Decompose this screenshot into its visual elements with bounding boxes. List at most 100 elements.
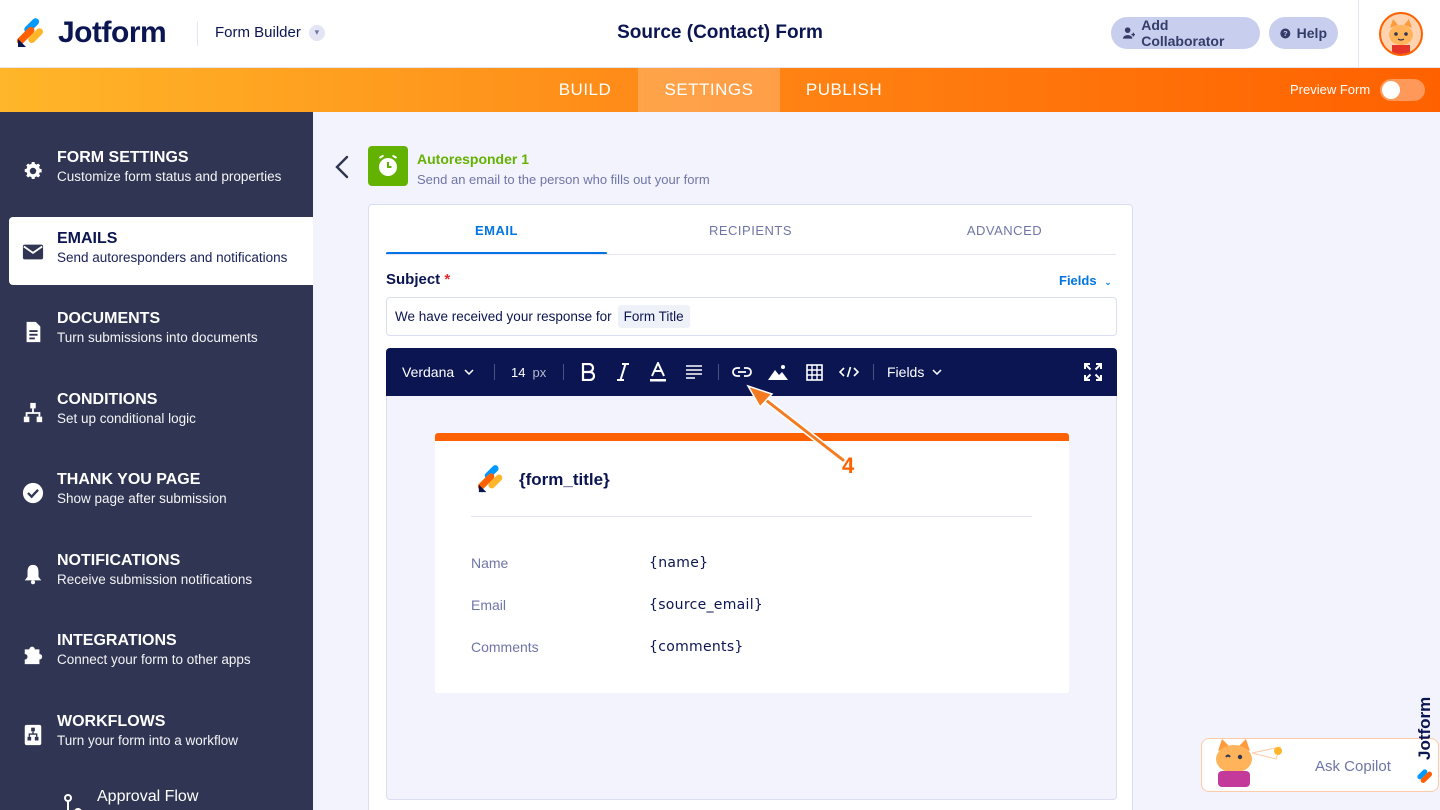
chevron-down-icon: ⌄: [1104, 277, 1112, 287]
toolbar-separator: [873, 364, 874, 380]
jotform-logo-icon: [477, 465, 503, 493]
form-title-tag[interactable]: Form Title: [617, 305, 690, 328]
italic-button[interactable]: [613, 348, 633, 396]
font-family-select[interactable]: Verdana: [402, 348, 474, 396]
sidebar-item-title: DOCUMENTS: [57, 310, 161, 327]
email-row-label: Comments: [471, 639, 539, 655]
add-collaborator-label: Add Collaborator: [1141, 17, 1225, 49]
toolbar-fields-dropdown[interactable]: Fields: [887, 348, 942, 396]
autoresponder-icon: [368, 146, 408, 186]
approval-flow-label: Approval Flow: [97, 788, 199, 805]
sidebar-item-subtitle: Turn submissions into documents: [57, 330, 258, 345]
sidebar-item-notifications[interactable]: NOTIFICATIONS Receive submission notific…: [0, 539, 313, 607]
cat-avatar-icon: [1381, 14, 1421, 54]
email-row-value: {name}: [649, 555, 709, 571]
insert-link-button[interactable]: [731, 348, 753, 396]
sidebar-item-subtitle: Turn your form into a workflow: [57, 733, 239, 748]
hierarchy-icon: [23, 402, 43, 423]
sidebar-item-workflows[interactable]: WORKFLOWS Turn your form into a workflow: [0, 700, 313, 768]
tabs-underline: [386, 254, 1116, 255]
annotation-step-number: 4: [842, 453, 855, 478]
add-collaborator-button[interactable]: Add Collaborator: [1111, 17, 1260, 49]
sidebar-item-title: FORM SETTINGS: [57, 149, 189, 166]
source-code-button[interactable]: [838, 348, 860, 396]
tab-publish[interactable]: PUBLISH: [780, 68, 908, 112]
vertical-brand-watermark: Jotform: [1410, 690, 1438, 790]
bell-icon: [24, 564, 42, 585]
table-icon: [805, 363, 823, 381]
tab-recipients[interactable]: RECIPIENTS: [640, 205, 861, 255]
sidebar-item-documents[interactable]: DOCUMENTS Turn submissions into document…: [0, 297, 313, 365]
sidebar-item-conditions[interactable]: CONDITIONS Set up conditional logic: [0, 378, 313, 446]
tab-build[interactable]: BUILD: [532, 68, 638, 112]
sidebar-item-title: WORKFLOWS: [57, 713, 166, 730]
bold-button[interactable]: [578, 348, 598, 396]
form-title[interactable]: Source (Contact) Form: [617, 22, 823, 43]
avatar[interactable]: [1379, 12, 1423, 56]
vertical-brand-text: Jotform: [1415, 697, 1434, 760]
sidebar-item-integrations[interactable]: INTEGRATIONS Connect your form to other …: [0, 619, 313, 687]
help-button[interactable]: ? Help: [1269, 17, 1338, 49]
question-icon: ?: [1280, 28, 1291, 38]
text-color-button[interactable]: [648, 348, 668, 396]
tab-email[interactable]: EMAIL: [386, 205, 607, 255]
sidebar-item-thank-you-page[interactable]: THANK YOU PAGE Show page after submissio…: [0, 458, 313, 526]
email-row-value: {comments}: [649, 639, 744, 655]
sidebar-item-subtitle: Customize form status and properties: [57, 169, 282, 184]
bold-icon: [581, 363, 595, 381]
subject-label: Subject *: [386, 271, 450, 288]
image-icon: [768, 365, 788, 380]
sidebar-item-title: THANK YOU PAGE: [57, 471, 201, 488]
chevron-down-icon: [464, 369, 474, 375]
subject-label-text: Subject: [386, 271, 441, 288]
form-builder-menu[interactable]: Form Builder ▾: [215, 24, 325, 41]
text-color-icon: [650, 362, 666, 382]
italic-icon: [617, 363, 629, 381]
sidebar-item-emails[interactable]: EMAILS Send autoresponders and notificat…: [9, 217, 313, 285]
email-divider: [471, 516, 1032, 517]
jotform-logo-icon: [16, 18, 44, 47]
jotform-logo[interactable]: Jotform: [16, 16, 167, 50]
tab-settings[interactable]: SETTINGS: [638, 68, 780, 112]
font-size-value: 14: [511, 364, 526, 380]
font-size-input[interactable]: 14 px: [511, 348, 546, 396]
ask-copilot-button[interactable]: Ask Copilot: [1201, 738, 1439, 792]
preview-form-label: Preview Form: [1290, 82, 1371, 97]
subject-input[interactable]: We have received your response for Form …: [386, 297, 1117, 336]
align-button[interactable]: [684, 348, 704, 396]
add-user-icon: [1122, 27, 1136, 39]
back-button[interactable]: [334, 154, 356, 180]
sidebar-item-title: EMAILS: [57, 230, 118, 247]
required-mark: *: [444, 271, 451, 288]
fields-label: Fields: [1059, 273, 1097, 288]
toolbar-separator: [494, 364, 495, 380]
expand-icon: [1084, 363, 1102, 381]
puzzle-icon: [24, 646, 43, 665]
main-nav: BUILD SETTINGS PUBLISH Preview Form: [0, 68, 1440, 112]
approval-flow-icon: [64, 794, 82, 810]
chevron-down-icon: ▾: [308, 24, 325, 41]
code-icon: [839, 366, 859, 378]
email-row-label: Email: [471, 597, 507, 613]
insert-image-button[interactable]: [767, 348, 789, 396]
settings-sidebar: FORM SETTINGS Customize form status and …: [0, 112, 313, 810]
preview-form-toggle[interactable]: [1380, 79, 1425, 101]
subject-fields-dropdown[interactable]: Fields ⌄: [1059, 273, 1112, 288]
tab-advanced[interactable]: ADVANCED: [894, 205, 1115, 255]
fullscreen-button[interactable]: [1083, 348, 1103, 396]
sidebar-item-form-settings[interactable]: FORM SETTINGS Customize form status and …: [0, 136, 313, 204]
font-size-unit: px: [532, 364, 547, 380]
toolbar-separator: [563, 364, 564, 380]
copilot-cat-icon: [1216, 739, 1282, 787]
sidebar-item-subtitle: Connect your form to other apps: [57, 652, 251, 667]
sidebar-item-title: CONDITIONS: [57, 391, 158, 408]
sidebar-item-subtitle: Show page after submission: [57, 491, 227, 506]
email-editor-panel: EMAIL RECIPIENTS ADVANCED Subject * Fiel…: [368, 204, 1133, 810]
insert-table-button[interactable]: [804, 348, 824, 396]
sidebar-item-subtitle: Send autoresponders and notifications: [57, 250, 288, 265]
editor-toolbar: Verdana 14 px Fields: [386, 348, 1117, 396]
email-row-label: Name: [471, 555, 509, 571]
sidebar-item-subtitle: Set up conditional logic: [57, 411, 196, 426]
email-body-editor[interactable]: {form_title} Name {name} Email {source_e…: [386, 396, 1117, 800]
help-label: Help: [1296, 25, 1327, 41]
